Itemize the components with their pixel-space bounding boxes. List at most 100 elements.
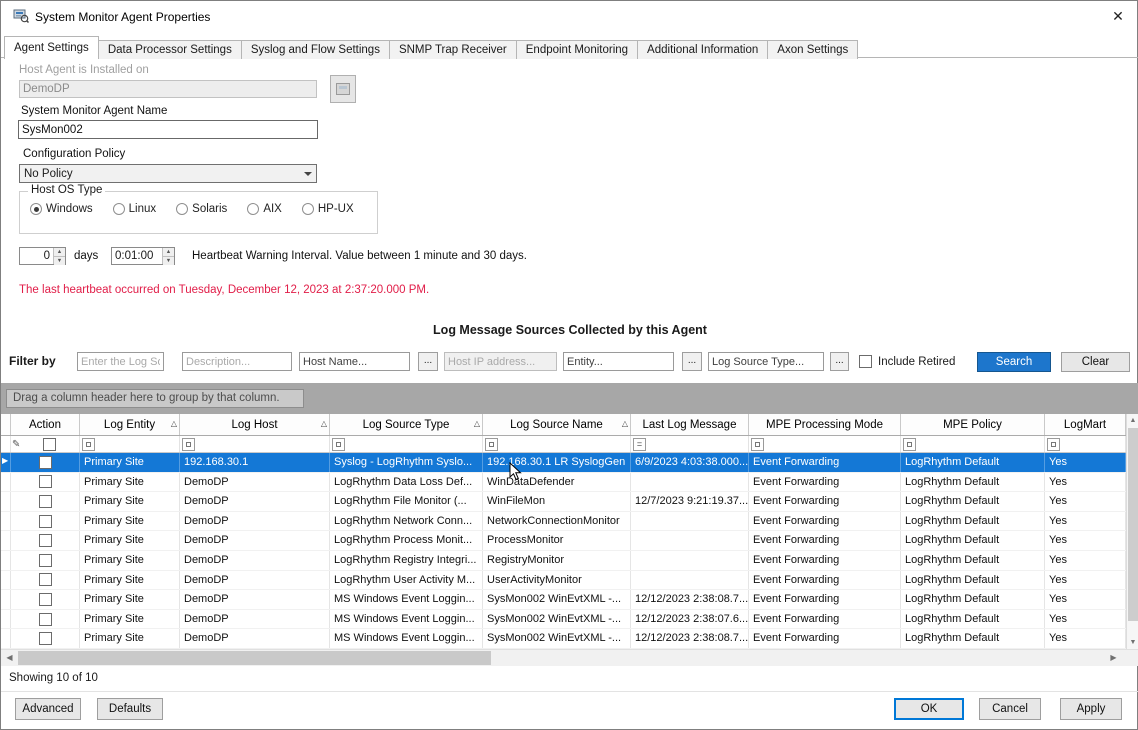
select-host-button[interactable] [330, 75, 356, 103]
filter-cell-logmart[interactable] [1045, 436, 1126, 452]
entity-browse-button[interactable]: ... [682, 352, 702, 371]
os-radio-hp-ux[interactable]: HP-UX [302, 203, 354, 215]
table-row[interactable]: Primary SiteDemoDPLogRhythm Data Loss De… [1, 473, 1138, 493]
log-source-type-filter-input[interactable] [708, 352, 824, 371]
log-source-type-browse-button[interactable]: ... [830, 352, 849, 371]
stepper-down-icon[interactable]: ▼ [163, 256, 174, 265]
row-checkbox[interactable] [39, 554, 52, 567]
column-header-action[interactable]: Action [11, 414, 80, 435]
config-policy-select[interactable]: No Policy [19, 164, 317, 183]
column-header-last-log-message[interactable]: Last Log Message [631, 414, 749, 435]
table-row[interactable]: Primary SiteDemoDPMS Windows Event Loggi… [1, 629, 1138, 649]
horizontal-scrollbar[interactable]: ◀ ▶ [1, 649, 1138, 666]
row-action-cell[interactable] [11, 590, 80, 609]
cancel-button[interactable]: Cancel [979, 698, 1041, 720]
horizontal-scroll-thumb[interactable] [18, 651, 491, 665]
table-row[interactable]: Primary SiteDemoDPMS Windows Event Loggi… [1, 610, 1138, 630]
row-action-cell[interactable] [11, 453, 80, 472]
log-source-filter-input[interactable] [77, 352, 164, 371]
filter-cell-log-host[interactable] [180, 436, 330, 452]
row-checkbox[interactable] [39, 613, 52, 626]
row-action-cell[interactable] [11, 492, 80, 511]
row-action-cell[interactable] [11, 629, 80, 648]
tab-data-processor-settings[interactable]: Data Processor Settings [99, 40, 242, 59]
row-action-cell[interactable] [11, 551, 80, 570]
table-row[interactable]: Primary SiteDemoDPLogRhythm Process Moni… [1, 531, 1138, 551]
filter-cell-mpe-policy[interactable] [901, 436, 1045, 452]
filter-cell-mpe-processing-mode[interactable] [749, 436, 901, 452]
stepper-arrows[interactable]: ▲▼ [162, 248, 174, 264]
agent-name-input[interactable] [18, 120, 318, 139]
scroll-down-icon[interactable]: ▼ [1127, 636, 1138, 649]
heartbeat-days-stepper[interactable]: 0 ▲▼ [19, 247, 66, 265]
filter-cell-log-source-type[interactable] [330, 436, 483, 452]
stepper-up-icon[interactable]: ▲ [54, 248, 65, 256]
os-radio-linux[interactable]: Linux [113, 203, 157, 215]
column-filter-icon[interactable] [485, 438, 498, 451]
vertical-scroll-thumb[interactable] [1128, 428, 1138, 621]
entity-filter-input[interactable] [563, 352, 674, 371]
stepper-up-icon[interactable]: ▲ [163, 248, 174, 256]
column-filter-icon[interactable]: = [633, 438, 646, 451]
scroll-right-icon[interactable]: ▶ [1105, 650, 1122, 666]
search-button[interactable]: Search [977, 352, 1051, 372]
column-filter-icon[interactable] [82, 438, 95, 451]
table-row[interactable]: Primary SiteDemoDPMS Windows Event Loggi… [1, 590, 1138, 610]
table-row[interactable]: Primary SiteDemoDPLogRhythm User Activit… [1, 571, 1138, 591]
column-filter-icon[interactable] [751, 438, 764, 451]
scroll-up-icon[interactable]: ▲ [1127, 414, 1138, 427]
vertical-scrollbar[interactable]: ▲ ▼ [1126, 414, 1138, 649]
description-filter-input[interactable] [182, 352, 292, 371]
row-checkbox[interactable] [39, 632, 52, 645]
tab-axon-settings[interactable]: Axon Settings [768, 40, 858, 59]
table-row[interactable]: ▶Primary Site192.168.30.1Syslog - LogRhy… [1, 453, 1138, 473]
column-filter-icon[interactable] [903, 438, 916, 451]
column-header-log-source-type[interactable]: Log Source Type△ [330, 414, 483, 435]
scroll-left-icon[interactable]: ◀ [1, 650, 18, 666]
row-action-cell[interactable] [11, 473, 80, 492]
table-row[interactable]: Primary SiteDemoDPLogRhythm File Monitor… [1, 492, 1138, 512]
tab-endpoint-monitoring[interactable]: Endpoint Monitoring [517, 40, 638, 59]
os-radio-windows[interactable]: Windows [30, 203, 93, 215]
chevron-down-icon[interactable] [299, 165, 316, 182]
advanced-button[interactable]: Advanced [15, 698, 81, 720]
select-all-checkbox[interactable] [43, 438, 56, 451]
column-header-log-entity[interactable]: Log Entity△ [80, 414, 180, 435]
column-header-log-source-name[interactable]: Log Source Name△ [483, 414, 631, 435]
tab-agent-settings[interactable]: Agent Settings [4, 36, 99, 59]
row-action-cell[interactable] [11, 512, 80, 531]
heartbeat-interval-stepper[interactable]: 0:01:00 ▲▼ [111, 247, 175, 265]
row-action-cell[interactable] [11, 531, 80, 550]
apply-button[interactable]: Apply [1060, 698, 1122, 720]
ok-button[interactable]: OK [894, 698, 964, 720]
tab-syslog-and-flow-settings[interactable]: Syslog and Flow Settings [242, 40, 390, 59]
host-name-browse-button[interactable]: ... [418, 352, 438, 371]
close-icon[interactable]: ✕ [1103, 3, 1133, 29]
row-checkbox[interactable] [39, 573, 52, 586]
tab-snmp-trap-receiver[interactable]: SNMP Trap Receiver [390, 40, 517, 59]
filter-cell-log-source-name[interactable] [483, 436, 631, 452]
column-filter-icon[interactable] [182, 438, 195, 451]
column-header-mpe-policy[interactable]: MPE Policy [901, 414, 1045, 435]
stepper-down-icon[interactable]: ▼ [54, 256, 65, 265]
column-header-log-host[interactable]: Log Host△ [180, 414, 330, 435]
filter-cell-log-entity[interactable] [80, 436, 180, 452]
table-row[interactable]: Primary SiteDemoDPLogRhythm Network Conn… [1, 512, 1138, 532]
host-name-filter-input[interactable] [299, 352, 410, 371]
row-checkbox[interactable] [39, 475, 52, 488]
stepper-arrows[interactable]: ▲▼ [53, 248, 65, 264]
tab-additional-information[interactable]: Additional Information [638, 40, 768, 59]
filter-cell-last-log-message[interactable]: = [631, 436, 749, 452]
column-header-logmart[interactable]: LogMart [1045, 414, 1126, 435]
table-row[interactable]: Primary SiteDemoDPLogRhythm Registry Int… [1, 551, 1138, 571]
row-checkbox[interactable] [39, 495, 52, 508]
row-checkbox[interactable] [39, 534, 52, 547]
row-checkbox[interactable] [39, 456, 52, 469]
row-action-cell[interactable] [11, 610, 80, 629]
row-checkbox[interactable] [39, 593, 52, 606]
os-radio-aix[interactable]: AIX [247, 203, 282, 215]
column-filter-icon[interactable] [1047, 438, 1060, 451]
column-header-mpe-processing-mode[interactable]: MPE Processing Mode [749, 414, 901, 435]
column-filter-icon[interactable] [332, 438, 345, 451]
clear-button[interactable]: Clear [1061, 352, 1130, 372]
